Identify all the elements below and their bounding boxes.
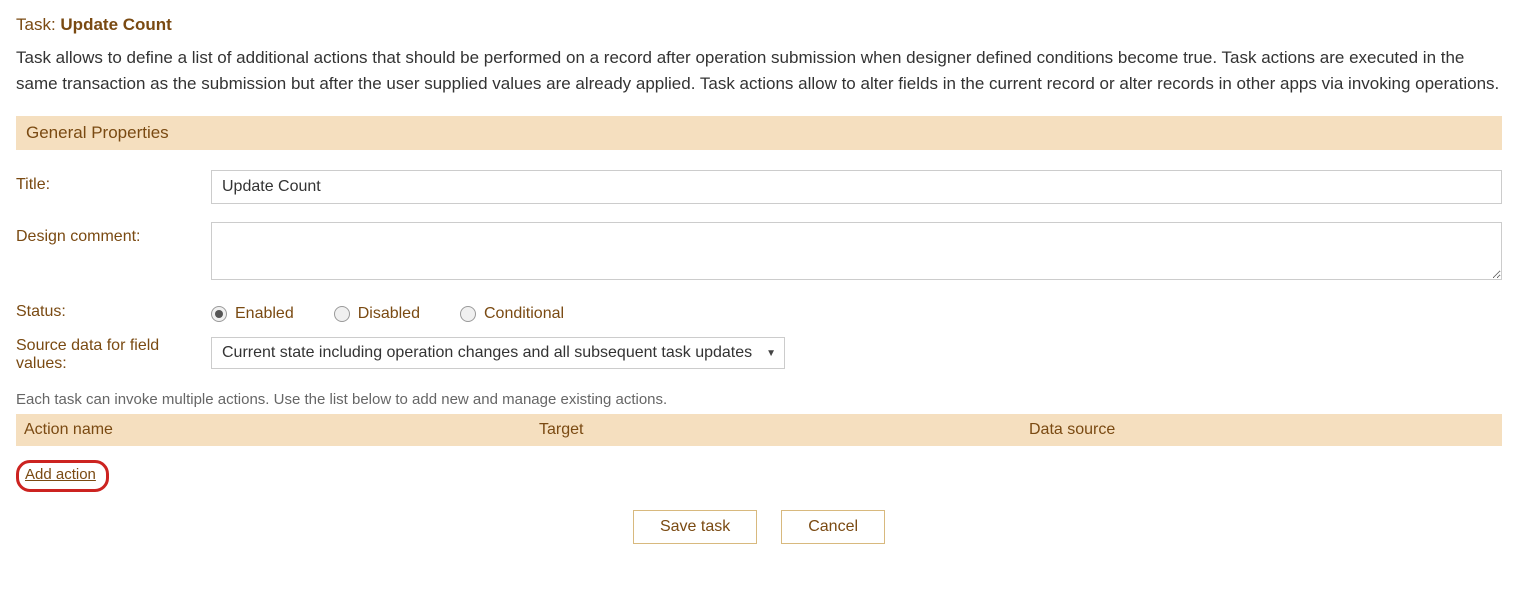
task-name: Update Count [60,15,171,34]
section-general-properties: General Properties [16,116,1502,150]
radio-icon [460,306,476,322]
add-action-link[interactable]: Add action [25,466,96,483]
actions-table-header: Action name Target Data source [16,414,1502,446]
status-radio-disabled[interactable]: Disabled [334,305,420,323]
column-target: Target [539,421,1029,439]
design-comment-label: Design comment: [16,222,211,246]
task-heading: Task: Update Count [16,15,1502,35]
title-label: Title: [16,170,211,194]
column-data-source: Data source [1029,421,1494,439]
chevron-down-icon: ▼ [766,348,776,359]
task-description: Task allows to define a list of addition… [16,45,1502,96]
save-task-button[interactable]: Save task [633,510,757,544]
status-radio-conditional[interactable]: Conditional [460,305,564,323]
status-radio-enabled[interactable]: Enabled [211,305,294,323]
design-comment-input[interactable] [211,222,1502,280]
status-label: Status: [16,303,211,321]
actions-help-text: Each task can invoke multiple actions. U… [16,391,1502,408]
radio-icon [211,306,227,322]
source-data-selected-value: Current state including operation change… [222,344,752,362]
status-radio-conditional-label: Conditional [484,305,564,323]
add-action-highlight: Add action [16,460,109,492]
status-radio-enabled-label: Enabled [235,305,294,323]
radio-icon [334,306,350,322]
title-input[interactable] [211,170,1502,204]
cancel-button[interactable]: Cancel [781,510,885,544]
column-action-name: Action name [24,421,539,439]
task-prefix: Task: [16,15,60,34]
source-data-label: Source data for field values: [16,337,211,373]
status-radio-disabled-label: Disabled [358,305,420,323]
source-data-select[interactable]: Current state including operation change… [211,337,785,369]
